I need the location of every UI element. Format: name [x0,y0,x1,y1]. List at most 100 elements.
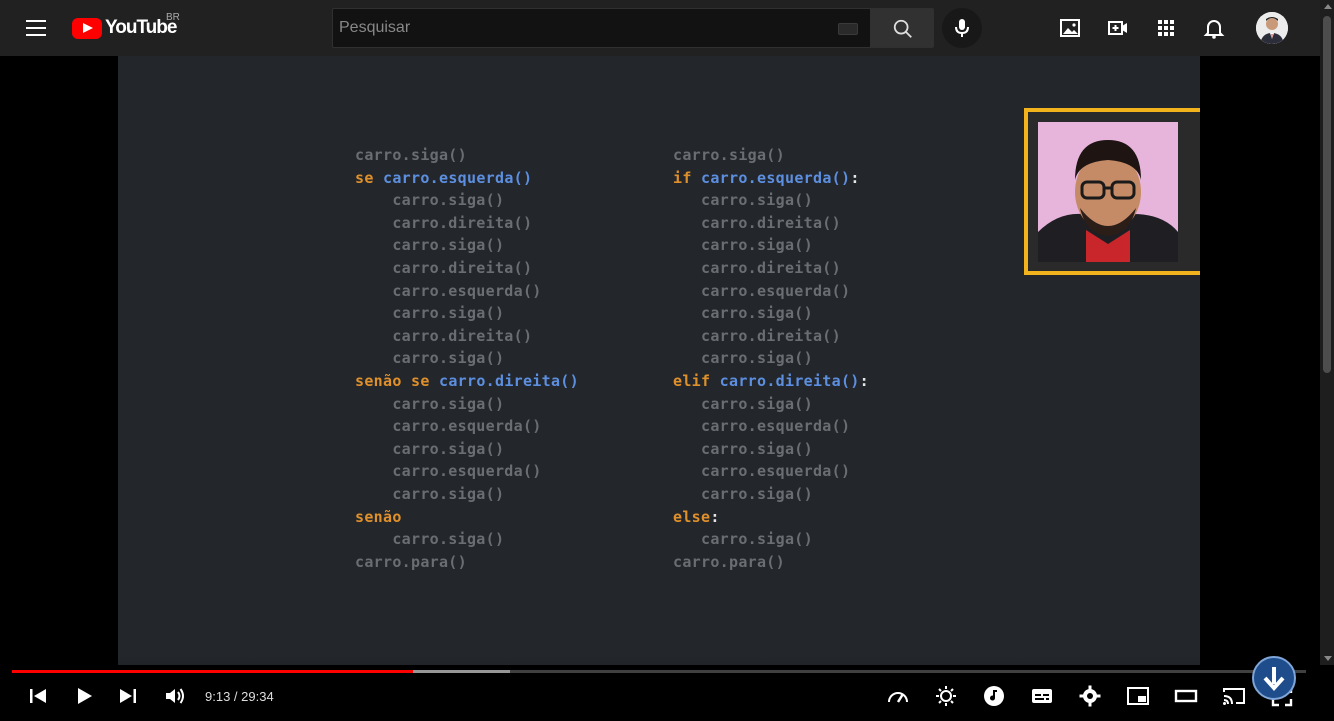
code-text: carro.direita() [673,326,841,345]
code-keyword: elif [673,371,711,390]
voice-search-button[interactable] [942,8,982,48]
youtube-logo[interactable]: YouTube BR [72,12,180,40]
code-text: carro.siga() [673,349,813,368]
create-video-icon[interactable] [1106,16,1130,40]
page-scrollbar[interactable] [1320,0,1334,665]
code-text: carro.esquerda() [673,462,851,481]
code-line: carro.esquerda() [673,415,869,438]
avatar[interactable] [1256,12,1288,44]
code-text: carro.esquerda() [355,462,542,481]
effects-icon[interactable] [934,684,958,708]
code-line: carro.esquerda() [355,460,579,483]
keyboard-icon[interactable] [838,23,858,35]
progress-played [12,670,414,673]
cast-icon[interactable] [1222,684,1246,708]
code-line: carro.siga() [355,347,579,370]
download-arrow-icon [1263,667,1285,691]
youtube-play-icon [72,17,102,39]
download-button[interactable] [1252,656,1296,700]
code-block-portuguese: carro.siga() se carro.esquerda() carro.si… [355,144,579,573]
code-text: carro.siga() [355,530,505,549]
apps-icon[interactable] [1154,16,1178,40]
next-icon[interactable] [116,684,140,708]
code-line: carro.siga() [673,528,869,551]
code-line: carro.siga() [355,302,579,325]
code-line: carro.siga() [673,438,869,461]
speed-icon[interactable] [886,684,910,708]
code-text: carro.siga() [673,304,813,323]
code-text: carro.siga() [673,191,813,210]
code-text: carro.siga() [673,236,813,255]
code-text: carro.siga() [355,394,505,413]
subtitles-icon[interactable] [1030,684,1054,708]
code-text: carro.direita() [673,213,841,232]
code-line: se carro.esquerda() [355,167,579,190]
code-text: carro.esquerda() [673,281,851,300]
settings-icon[interactable] [1078,684,1102,708]
miniplayer-icon[interactable] [1126,684,1150,708]
top-bar: YouTube BR [0,0,1320,56]
code-text: carro.siga() [673,530,813,549]
code-text: carro.esquerda() [355,417,542,436]
menu-icon[interactable] [22,16,50,40]
scroll-up-arrow-icon[interactable] [1324,4,1332,9]
code-line: carro.siga() [673,189,869,212]
code-line: carro.siga() [673,302,869,325]
webcam-overlay [1024,108,1200,275]
code-line: carro.siga() [355,528,579,551]
code-keyword: se [355,168,374,187]
search-box [332,8,871,48]
code-text: carro.siga() [355,349,505,368]
code-line: senão se carro.direita() [355,370,579,393]
code-line: carro.siga() [355,483,579,506]
search-icon [893,19,912,38]
previous-icon[interactable] [26,684,50,708]
code-text: carro.direita() [355,213,533,232]
code-line: carro.siga() [673,144,869,167]
code-keyword: senão se [355,371,430,390]
code-text: carro.direita() [355,326,533,345]
code-line: carro.direita() [355,325,579,348]
time-display: 9:13 / 29:34 [205,689,274,704]
code-line: carro.direita() [673,325,869,348]
code-line: carro.siga() [355,393,579,416]
notifications-icon[interactable] [1202,16,1226,40]
code-text: carro.siga() [355,304,505,323]
code-line: carro.siga() [673,393,869,416]
code-line: carro.esquerda() [673,280,869,303]
code-block-python: carro.siga() if carro.esquerda(): carro.s… [673,144,869,573]
code-line: carro.siga() [355,438,579,461]
search-button[interactable] [870,8,934,48]
code-line: carro.siga() [673,483,869,506]
mic-icon [955,19,969,37]
code-line: carro.para() [673,551,869,574]
code-text: carro.siga() [673,394,813,413]
music-icon[interactable] [982,684,1006,708]
video-player[interactable]: carro.siga() se carro.esquerda() carro.si… [0,56,1320,721]
code-line: carro.siga() [355,234,579,257]
scrollbar-thumb[interactable] [1323,16,1331,373]
volume-icon[interactable] [163,684,187,708]
presenter-webcam [1038,122,1178,262]
progress-bar[interactable] [12,670,1306,673]
code-line: else: [673,506,869,529]
theater-icon[interactable] [1174,684,1198,708]
code-line: if carro.esquerda(): [673,167,869,190]
scroll-down-arrow-icon[interactable] [1324,656,1332,661]
image-icon[interactable] [1058,16,1082,40]
code-text: carro.siga() [673,146,785,164]
code-line: carro.para() [355,551,579,574]
country-code: BR [166,12,180,23]
code-line: carro.siga() [673,347,869,370]
code-line: carro.direita() [355,212,579,235]
code-text: carro.siga() [355,191,505,210]
search-input[interactable] [339,18,829,38]
video-frame[interactable]: carro.siga() se carro.esquerda() carro.si… [118,56,1200,665]
code-line: carro.esquerda() [355,280,579,303]
code-line: senão [355,506,579,529]
play-icon[interactable] [72,684,96,708]
code-line: carro.direita() [355,257,579,280]
code-text: carro.siga() [355,484,505,503]
code-line: carro.siga() [355,144,579,167]
code-line: carro.siga() [355,189,579,212]
